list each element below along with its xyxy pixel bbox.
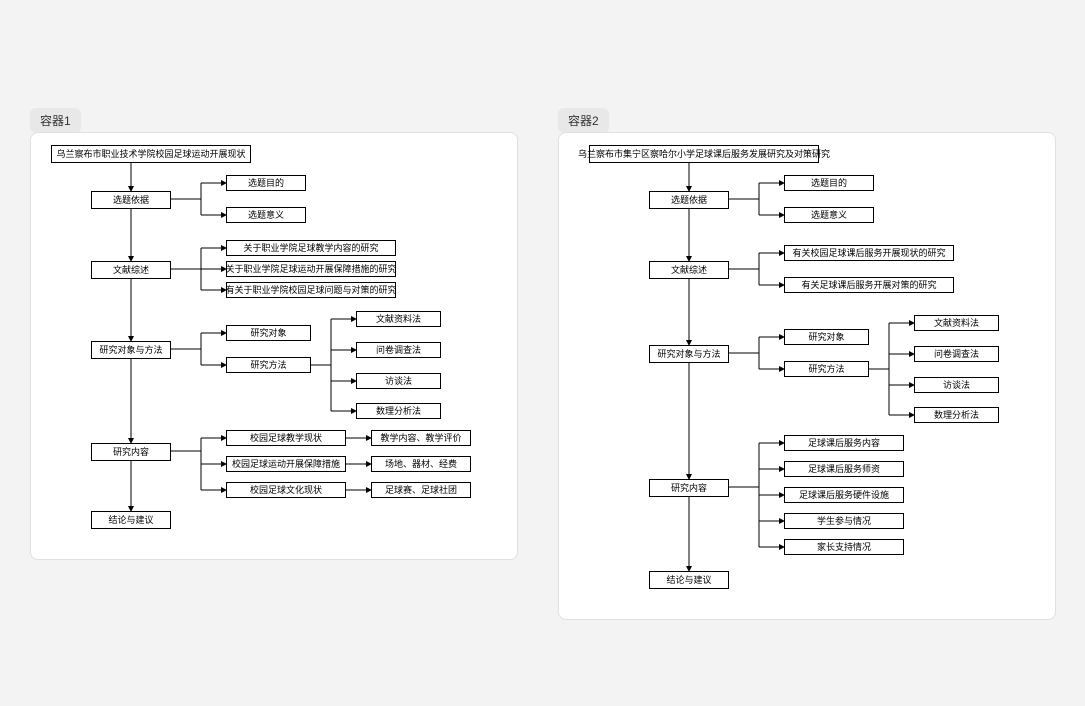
- c1-m3: 访谈法: [356, 373, 441, 389]
- panel-1: 乌兰察布市职业技术学院校园足球运动开展现状 选题依据 选题目的 选题意义 文献综…: [30, 132, 518, 560]
- c1-nr2r: 场地、器材、经费: [371, 456, 471, 472]
- c1-m2: 问卷调查法: [356, 342, 441, 358]
- panel-2: 乌兰察布市集宁区察哈尔小学足球课后服务发展研究及对策研究 选题依据 选题目的 选…: [558, 132, 1056, 620]
- c2-nr5: 家长支持情况: [784, 539, 904, 555]
- c2-xuanti-mudi: 选题目的: [784, 175, 874, 191]
- c2-nr4: 学生参与情况: [784, 513, 904, 529]
- c2-nr3: 足球课后服务硬件设施: [784, 487, 904, 503]
- c2-title: 乌兰察布市集宁区察哈尔小学足球课后服务发展研究及对策研究: [589, 145, 819, 163]
- c1-wx1: 关于职业学院足球教学内容的研究: [226, 240, 396, 256]
- c2-duixiang-fangfa: 研究对象与方法: [649, 345, 729, 363]
- c1-wx3: 有关于职业学院校园足球问题与对策的研究: [226, 282, 396, 298]
- c1-m1: 文献资料法: [356, 311, 441, 327]
- container1-label: 容器1: [30, 108, 81, 133]
- c2-neirong: 研究内容: [649, 479, 729, 497]
- c2-m4: 数理分析法: [914, 407, 999, 423]
- c2-wx2: 有关足球课后服务开展对策的研究: [784, 277, 954, 293]
- c1-jielun: 结论与建议: [91, 511, 171, 529]
- c1-neirong: 研究内容: [91, 443, 171, 461]
- c1-nr3r: 足球赛、足球社团: [371, 482, 471, 498]
- c2-nr1: 足球课后服务内容: [784, 435, 904, 451]
- c2-wx1: 有关校园足球课后服务开展现状的研究: [784, 245, 954, 261]
- c2-m3: 访谈法: [914, 377, 999, 393]
- c1-duixiang: 研究对象: [226, 325, 311, 341]
- c1-xuanti-mudi: 选题目的: [226, 175, 306, 191]
- c1-xuanti-yiyi: 选题意义: [226, 207, 306, 223]
- c1-fangfa: 研究方法: [226, 357, 311, 373]
- c2-jielun: 结论与建议: [649, 571, 729, 589]
- c1-nr1r: 教学内容、教学评价: [371, 430, 471, 446]
- c1-nr1: 校园足球教学现状: [226, 430, 346, 446]
- c1-nr2: 校园足球运动开展保障措施: [226, 456, 346, 472]
- c1-xuanti: 选题依据: [91, 191, 171, 209]
- c2-nr2: 足球课后服务师资: [784, 461, 904, 477]
- c1-wx2: 关于职业学院足球运动开展保障措施的研究: [226, 261, 396, 277]
- c2-duixiang: 研究对象: [784, 329, 869, 345]
- c1-duixiang-fangfa: 研究对象与方法: [91, 341, 171, 359]
- c2-fangfa: 研究方法: [784, 361, 869, 377]
- c1-nr3: 校园足球文化现状: [226, 482, 346, 498]
- c2-wenxian: 文献综述: [649, 261, 729, 279]
- c2-m1: 文献资料法: [914, 315, 999, 331]
- c1-title: 乌兰察布市职业技术学院校园足球运动开展现状: [51, 145, 251, 163]
- c2-xuanti-yiyi: 选题意义: [784, 207, 874, 223]
- c2-xuanti: 选题依据: [649, 191, 729, 209]
- c2-m2: 问卷调查法: [914, 346, 999, 362]
- container2-label: 容器2: [558, 108, 609, 133]
- c1-wenxian: 文献综述: [91, 261, 171, 279]
- c1-m4: 数理分析法: [356, 403, 441, 419]
